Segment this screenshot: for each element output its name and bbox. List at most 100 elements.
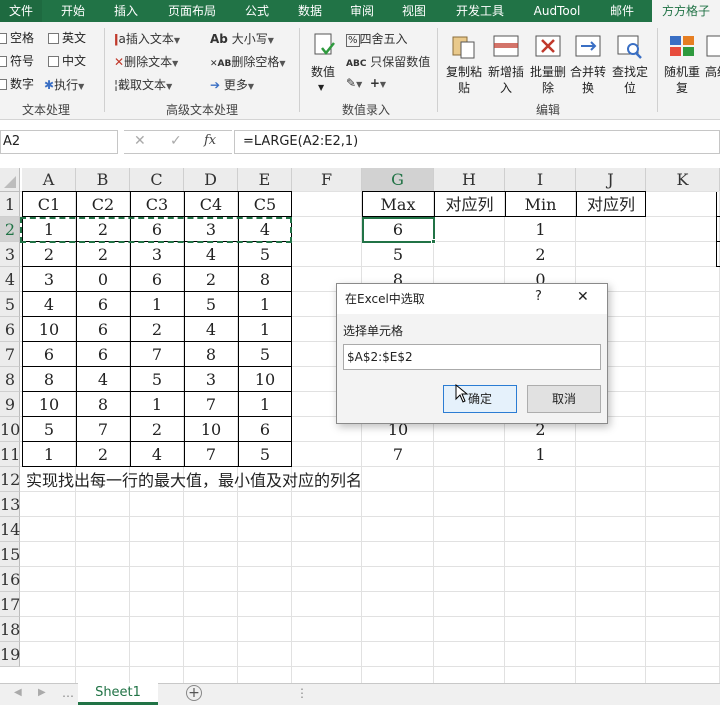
- row-header-12[interactable]: 12: [0, 467, 20, 492]
- help-button[interactable]: ?: [535, 289, 542, 304]
- column-header-h[interactable]: H: [434, 168, 505, 192]
- cell[interactable]: 0: [76, 267, 130, 292]
- cell[interactable]: 2: [76, 242, 130, 267]
- cell[interactable]: 5: [130, 367, 184, 392]
- column-header-f[interactable]: F: [292, 168, 362, 192]
- cell[interactable]: 8: [238, 267, 292, 292]
- cell-min[interactable]: 1: [505, 442, 576, 467]
- row-header-19[interactable]: 19: [0, 642, 20, 667]
- row-header-14[interactable]: 14: [0, 517, 20, 542]
- cell[interactable]: 6: [76, 317, 130, 342]
- column-header-i[interactable]: I: [505, 168, 576, 192]
- insert-new-button[interactable]: 新增插入: [486, 64, 526, 96]
- checkbox-chinese[interactable]: [48, 56, 59, 67]
- cell[interactable]: 1: [130, 292, 184, 317]
- row-header-4[interactable]: 4: [0, 267, 20, 292]
- cell[interactable]: 6: [76, 292, 130, 317]
- cell[interactable]: 7: [130, 342, 184, 367]
- column-header-e[interactable]: E: [238, 168, 292, 192]
- cell-header[interactable]: C5: [238, 192, 292, 217]
- cell-header[interactable]: C1: [22, 192, 76, 217]
- row-header-11[interactable]: 11: [0, 442, 20, 467]
- cell[interactable]: 10: [238, 367, 292, 392]
- tab-formulas[interactable]: 公式: [238, 0, 276, 22]
- row-header-13[interactable]: 13: [0, 492, 20, 517]
- row-header-9[interactable]: 9: [0, 392, 20, 417]
- cell-min[interactable]: 2: [505, 242, 576, 267]
- fill-handle[interactable]: [431, 239, 436, 244]
- worksheet-grid[interactable]: ABCDEFGHIJK 1 2 3 4 5 6 7 8 9 10 11 12 13 14 15 16 17 18 1…: [0, 168, 720, 683]
- cell-header[interactable]: Max: [362, 192, 434, 217]
- cell[interactable]: 6: [76, 342, 130, 367]
- delete-space-button[interactable]: ✕AB删除空格▼: [210, 53, 286, 70]
- tab-review[interactable]: 审阅: [342, 0, 382, 22]
- cell[interactable]: 1: [238, 292, 292, 317]
- tab-fangfanggezi[interactable]: 方方格子: [652, 0, 720, 22]
- cell[interactable]: 1: [22, 442, 76, 467]
- cancel-icon[interactable]: ✕: [134, 133, 146, 149]
- cell[interactable]: 2: [130, 417, 184, 442]
- cell[interactable]: 10: [22, 317, 76, 342]
- column-header-j[interactable]: J: [576, 168, 646, 192]
- tab-mail[interactable]: 邮件: [602, 0, 642, 22]
- cell[interactable]: 5: [22, 417, 76, 442]
- find-locate-button[interactable]: 查找定位: [610, 64, 650, 96]
- row-header-5[interactable]: 5: [0, 292, 20, 317]
- cell[interactable]: 1: [238, 392, 292, 417]
- scroll-left-icon[interactable]: ◀: [14, 687, 22, 698]
- cell[interactable]: 4: [184, 317, 238, 342]
- round-button[interactable]: % 四舍五入: [346, 30, 408, 47]
- column-header-k[interactable]: K: [646, 168, 720, 192]
- cell[interactable]: 2: [130, 317, 184, 342]
- cancel-button[interactable]: 取消: [527, 385, 601, 413]
- column-header-b[interactable]: B: [76, 168, 130, 192]
- batch-delete-button[interactable]: 批量删除: [528, 64, 568, 96]
- advanced-button[interactable]: 高级: [705, 64, 720, 80]
- cell-max[interactable]: 7: [362, 442, 434, 467]
- range-input[interactable]: $A$2:$E$2: [343, 344, 601, 370]
- cell[interactable]: 4: [184, 242, 238, 267]
- tab-data[interactable]: 数据: [290, 0, 330, 22]
- column-header-g[interactable]: G: [362, 168, 434, 192]
- delete-text-button[interactable]: ✕删除文本▼: [114, 53, 178, 70]
- execute-button[interactable]: ✱执行▼: [44, 76, 84, 93]
- cell[interactable]: 2: [22, 242, 76, 267]
- more-sheets-icon[interactable]: …: [62, 686, 74, 700]
- formula-input[interactable]: =LARGE(A2:E2,1): [234, 130, 720, 154]
- enter-icon[interactable]: ✓: [170, 133, 182, 149]
- row-header-3[interactable]: 3: [0, 242, 20, 267]
- copy-paste-button[interactable]: 复制粘贴: [444, 64, 484, 96]
- more-options-icon[interactable]: ⋮: [296, 686, 308, 700]
- cell-header[interactable]: C2: [76, 192, 130, 217]
- column-header-c[interactable]: C: [130, 168, 184, 192]
- row-header-18[interactable]: 18: [0, 617, 20, 642]
- insert-function-icon[interactable]: fx: [204, 133, 216, 148]
- edit-number-button[interactable]: ✎▼ +▼: [346, 76, 386, 90]
- row-header-6[interactable]: 6: [0, 317, 20, 342]
- tab-file[interactable]: 文件: [0, 0, 42, 22]
- tab-home[interactable]: 开始: [54, 0, 92, 22]
- cell[interactable]: 1: [238, 317, 292, 342]
- cell-min[interactable]: 1: [505, 217, 576, 242]
- cell[interactable]: 10: [184, 417, 238, 442]
- cell[interactable]: 5: [238, 242, 292, 267]
- cell[interactable]: 4: [76, 367, 130, 392]
- add-sheet-icon[interactable]: +: [186, 685, 202, 701]
- cell[interactable]: 5: [238, 342, 292, 367]
- cell[interactable]: 2: [184, 267, 238, 292]
- cell[interactable]: 1: [130, 392, 184, 417]
- random-repeat-button[interactable]: 随机重复: [662, 64, 702, 96]
- row-header-8[interactable]: 8: [0, 367, 20, 392]
- tab-audtool[interactable]: AudTool: [526, 0, 588, 22]
- cell-header[interactable]: 对应列: [576, 192, 646, 217]
- cell[interactable]: 3: [22, 267, 76, 292]
- cell[interactable]: 6: [22, 342, 76, 367]
- cell[interactable]: 7: [76, 417, 130, 442]
- close-button[interactable]: ✕: [577, 289, 589, 305]
- merge-convert-button[interactable]: 合并转换: [568, 64, 608, 96]
- extract-text-button[interactable]: ¦截取文本▼: [114, 76, 172, 93]
- cell[interactable]: 6: [130, 267, 184, 292]
- cell-max[interactable]: 5: [362, 242, 434, 267]
- case-button[interactable]: Ab 大小写▼: [210, 30, 274, 47]
- checkbox-number[interactable]: [0, 79, 7, 90]
